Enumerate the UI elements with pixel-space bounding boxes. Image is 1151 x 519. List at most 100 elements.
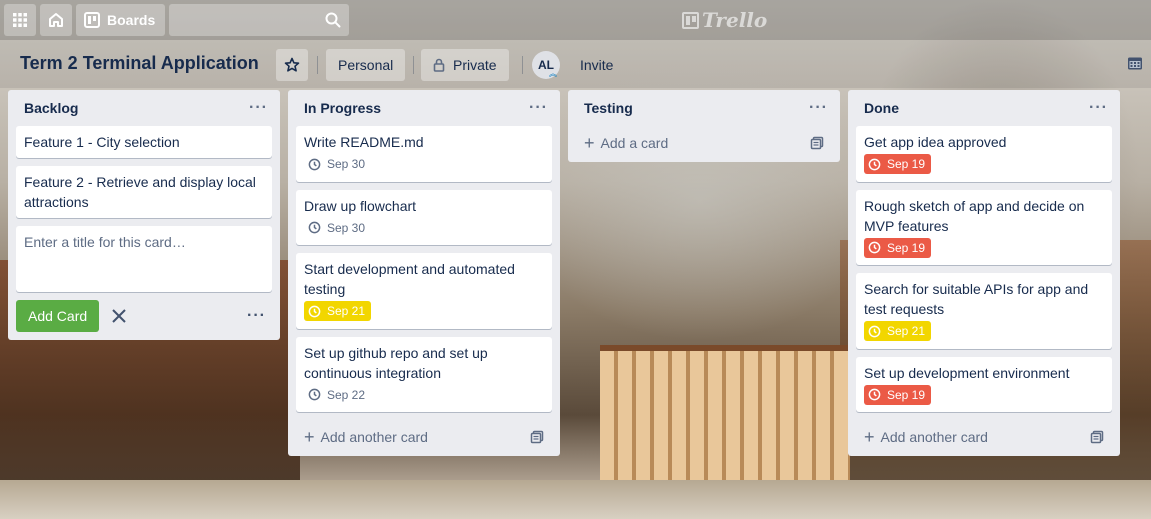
board-title[interactable]: Term 2 Terminal Application [20, 53, 259, 74]
list-menu-button[interactable]: ··· [529, 99, 548, 117]
visibility-button[interactable]: Private [421, 49, 509, 81]
composer-options-button[interactable]: ··· [247, 307, 272, 325]
add-card-label: Add another card [320, 429, 428, 445]
team-button[interactable]: Personal [326, 49, 406, 81]
card-title-input[interactable]: Enter a title for this card… [16, 226, 272, 292]
close-composer-button[interactable] [111, 308, 127, 324]
template-icon[interactable] [810, 136, 824, 150]
card[interactable]: Feature 1 - City selection [16, 126, 272, 158]
card[interactable]: Start development and automated testing … [296, 253, 552, 329]
clock-icon [868, 241, 881, 254]
personal-label: Personal [338, 57, 394, 73]
card[interactable]: Set up github repo and set up continuous… [296, 336, 552, 412]
card-title: Write README.md [304, 134, 424, 150]
list-header: Done ··· [856, 90, 1112, 126]
add-card-button[interactable]: Add Card [16, 300, 100, 332]
background-lake [0, 480, 1151, 519]
list-title[interactable]: In Progress [304, 100, 381, 116]
clock-icon [308, 388, 321, 401]
card[interactable]: Search for suitable APIs for app and tes… [856, 273, 1112, 349]
invite-button[interactable]: Invite [568, 49, 625, 81]
due-date: Sep 22 [327, 387, 366, 402]
plus-icon: + [864, 427, 875, 447]
private-label: Private [453, 57, 497, 73]
due-date: Sep 21 [327, 304, 366, 318]
card[interactable]: Set up development environment Sep 19 [856, 356, 1112, 412]
list-title[interactable]: Backlog [24, 100, 78, 116]
background-building [600, 345, 850, 485]
add-card-button[interactable]: + Add a card [576, 124, 832, 162]
add-card-label: Add a card [600, 135, 669, 151]
clock-icon [308, 305, 321, 317]
boards-label: Boards [107, 12, 156, 28]
due-date-badge[interactable]: Sep 22 [304, 385, 371, 405]
grid-icon [13, 13, 27, 27]
close-icon [112, 309, 126, 323]
boards-button[interactable]: Boards [76, 4, 166, 36]
list-testing: Testing ··· + Add a card [568, 90, 840, 162]
due-date: Sep 30 [327, 220, 366, 235]
card-title: Set up github repo and set up continuous… [304, 344, 488, 381]
list-menu-button[interactable]: ··· [249, 99, 268, 117]
clock-icon [868, 158, 881, 170]
card-title: Rough sketch of app and decide on MVP fe… [864, 197, 1085, 234]
card-title: Draw up flowchart [304, 197, 417, 214]
due-date: Sep 19 [887, 157, 926, 171]
card[interactable]: Feature 2 - Retrieve and display local a… [16, 166, 272, 218]
due-date-badge[interactable]: Sep 19 [864, 154, 932, 174]
star-button[interactable] [276, 49, 308, 81]
due-date: Sep 21 [887, 324, 926, 338]
star-icon [284, 57, 300, 72]
due-date-badge[interactable]: Sep 21 [304, 301, 372, 321]
card-title: Feature 2 - Retrieve and display local a… [24, 174, 256, 210]
home-button[interactable] [40, 4, 72, 36]
list-title[interactable]: Testing [584, 100, 633, 116]
lock-icon [433, 58, 445, 72]
due-date-badge[interactable]: Sep 21 [864, 321, 932, 341]
calendar-icon [1128, 57, 1142, 70]
divider [413, 56, 414, 74]
card[interactable]: Draw up flowchart Sep 30 [296, 189, 552, 245]
template-icon[interactable] [1090, 430, 1104, 444]
card[interactable]: Rough sketch of app and decide on MVP fe… [856, 189, 1112, 265]
board-header: Term 2 Terminal Application Personal Pri… [0, 40, 1151, 88]
card[interactable]: Write README.md Sep 30 [296, 126, 552, 182]
clock-icon [308, 158, 321, 170]
due-date: Sep 30 [327, 157, 366, 171]
clock-icon [868, 388, 881, 401]
divider [522, 56, 523, 74]
admin-chevron-icon: ︽ [549, 69, 557, 78]
board-icon [84, 12, 100, 28]
list-menu-button[interactable]: ··· [1089, 99, 1108, 117]
trello-logo[interactable]: Trello [682, 8, 767, 32]
card-title: Feature 1 - City selection [24, 134, 180, 150]
list-title[interactable]: Done [864, 100, 899, 116]
trello-logo-icon [682, 11, 699, 29]
search-input[interactable] [169, 4, 350, 36]
due-date-badge[interactable]: Sep 19 [864, 384, 932, 405]
list-menu-button[interactable]: ··· [809, 99, 828, 117]
card[interactable]: Get app idea approved Sep 19 [856, 126, 1112, 182]
list-header: Testing ··· [576, 90, 832, 126]
due-date-badge[interactable]: Sep 19 [864, 237, 932, 258]
clock-icon [868, 325, 881, 337]
due-date-badge[interactable]: Sep 30 [304, 218, 371, 238]
plus-icon: + [584, 133, 595, 153]
divider [317, 56, 318, 74]
due-date-badge[interactable]: Sep 30 [304, 154, 371, 174]
list-header: In Progress ··· [296, 90, 552, 126]
apps-button[interactable] [4, 4, 36, 36]
calendar-button[interactable] [1127, 55, 1143, 74]
composer-placeholder: Enter a title for this card… [24, 234, 186, 250]
card-title: Set up development environment [864, 364, 1070, 381]
list-backlog: Backlog ··· Feature 1 - City selection F… [8, 90, 280, 340]
logo-text: Trello [702, 8, 768, 32]
clock-icon [308, 221, 321, 234]
template-icon[interactable] [530, 430, 544, 444]
home-icon [49, 13, 63, 27]
list-header: Backlog ··· [16, 90, 272, 126]
add-another-card-button[interactable]: + Add another card [296, 418, 552, 456]
add-another-card-button[interactable]: + Add another card [856, 418, 1112, 456]
card-title: Get app idea approved [864, 134, 1007, 150]
list-in-progress: In Progress ··· Write README.md Sep 30 D… [288, 90, 560, 456]
